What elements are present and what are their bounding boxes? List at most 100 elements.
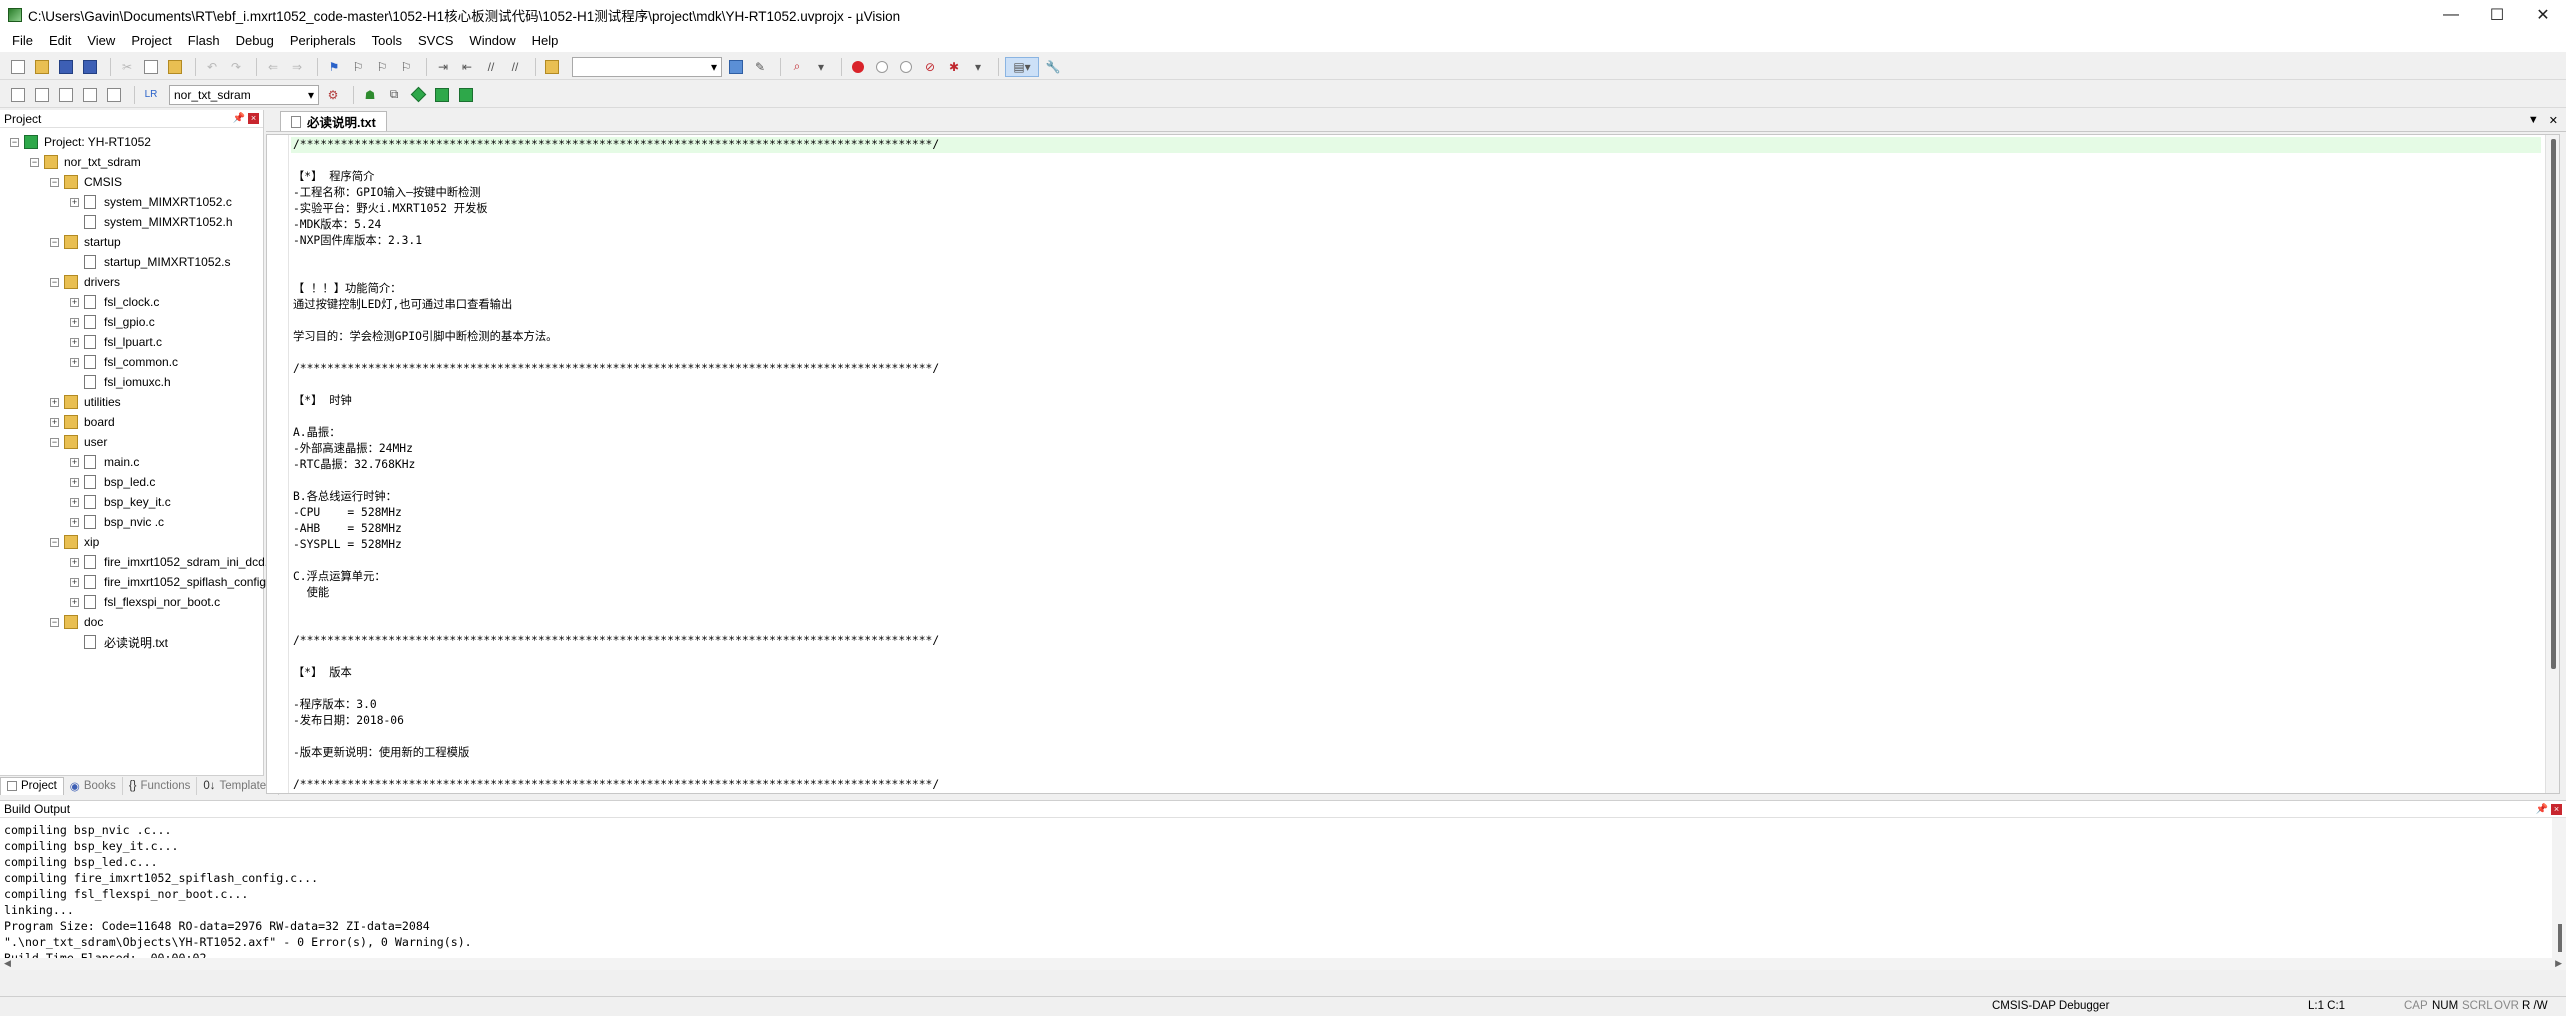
tree-item[interactable]: + bsp_key_it.c <box>70 492 171 512</box>
tree-item[interactable]: − Project: YH-RT1052 <box>10 132 151 152</box>
scroll-right-icon[interactable]: ▶ <box>2555 958 2562 969</box>
save-all-button[interactable] <box>80 57 100 77</box>
close-editor-icon[interactable]: ✕ <box>2549 114 2558 127</box>
build-vertical-scrollbar[interactable] <box>2552 818 2566 958</box>
code-line[interactable] <box>291 473 2541 489</box>
kill-all-breakpoints-button[interactable]: ⊘ <box>920 57 940 77</box>
pack-installer-button[interactable] <box>432 85 452 105</box>
expand-icon[interactable]: + <box>50 417 59 427</box>
pin-icon[interactable]: 📌 <box>2536 804 2548 815</box>
tree-item[interactable]: − CMSIS <box>50 172 122 192</box>
minimize-button[interactable]: — <box>2428 0 2474 30</box>
code-line[interactable]: -NXP固件库版本：2.3.1 <box>291 233 2541 249</box>
code-line[interactable]: -工程名称：GPIO输入—按键中断检测 <box>291 185 2541 201</box>
insert-breakpoint-button[interactable] <box>848 57 868 77</box>
code-line[interactable]: 【*】 程序简介 <box>291 169 2541 185</box>
rebuild-button[interactable] <box>56 85 76 105</box>
tree-item[interactable]: 必读说明.txt <box>70 632 168 652</box>
code-line[interactable]: B.各总线运行时钟： <box>291 489 2541 505</box>
editor-content[interactable]: /***************************************… <box>291 137 2541 793</box>
tree-item[interactable]: + fsl_gpio.c <box>70 312 155 332</box>
expand-icon[interactable]: + <box>70 197 79 207</box>
window-layout-button[interactable]: ▤▾ <box>1005 56 1039 77</box>
code-line[interactable]: /***************************************… <box>291 777 2541 793</box>
tree-item[interactable]: − nor_txt_sdram <box>30 152 141 172</box>
enable-breakpoint-button[interactable] <box>872 57 892 77</box>
editor-tab-readme[interactable]: 必读说明.txt <box>280 111 387 131</box>
file-extensions-button[interactable]: ☗ <box>360 85 380 105</box>
manage-runtime-button[interactable] <box>456 85 476 105</box>
comment-button[interactable]: // <box>481 57 501 77</box>
code-line[interactable] <box>291 601 2541 617</box>
copy-button[interactable] <box>141 57 161 77</box>
collapse-icon[interactable]: − <box>50 177 59 187</box>
maximize-button[interactable]: ☐ <box>2474 0 2520 30</box>
tree-item[interactable]: + fsl_flexspi_nor_boot.c <box>70 592 220 612</box>
code-line[interactable] <box>291 345 2541 361</box>
collapse-icon[interactable]: − <box>50 437 59 447</box>
tab-list-chevron-icon[interactable]: ▼ <box>2528 114 2539 127</box>
bookmark-prev-button[interactable]: ⚐ <box>348 57 368 77</box>
expand-icon[interactable]: + <box>50 397 59 407</box>
code-line[interactable]: 【*】 时钟 <box>291 393 2541 409</box>
debug-dropdown-button[interactable]: ▾ <box>811 57 831 77</box>
menu-window[interactable]: Window <box>461 30 523 52</box>
expand-icon[interactable]: + <box>70 337 79 347</box>
tab-project[interactable]: Project <box>0 776 64 795</box>
tab-functions[interactable]: {} Functions <box>123 776 198 795</box>
close-window-button[interactable]: ✕ <box>2520 0 2566 30</box>
expand-icon[interactable]: + <box>70 497 79 507</box>
disable-all-breakpoints-button[interactable] <box>896 57 916 77</box>
code-line[interactable]: -CPU = 528MHz <box>291 505 2541 521</box>
batch-build-button[interactable] <box>80 85 100 105</box>
menu-project[interactable]: Project <box>123 30 179 52</box>
code-line[interactable]: -发布日期：2018-06 <box>291 713 2541 729</box>
target-select[interactable]: nor_txt_sdram ▾ <box>169 84 319 105</box>
scroll-left-icon[interactable]: ◀ <box>4 958 11 969</box>
manage-project-button[interactable]: ⧉ <box>384 85 404 105</box>
code-line[interactable]: 学习目的：学会检测GPIO引脚中断检测的基本方法。 <box>291 329 2541 345</box>
menu-flash[interactable]: Flash <box>180 30 228 52</box>
tree-item[interactable]: startup_MIMXRT1052.s <box>70 252 231 272</box>
tree-item[interactable]: − startup <box>50 232 121 252</box>
tree-item[interactable]: + fire_imxrt1052_spiflash_config.c <box>70 572 275 592</box>
navigate-forward-button[interactable]: ⇒ <box>287 57 307 77</box>
code-line[interactable]: C.浮点运算单元： <box>291 569 2541 585</box>
find-combo[interactable]: ▾ <box>572 56 722 77</box>
collapse-icon[interactable]: − <box>50 537 59 547</box>
editor-scroll-thumb[interactable] <box>2551 139 2556 669</box>
build-output-text[interactable]: compiling bsp_nvic .c... compiling bsp_ke… <box>4 822 472 966</box>
text-editor[interactable]: /***************************************… <box>266 134 2560 794</box>
code-line[interactable] <box>291 761 2541 777</box>
build-output-panel[interactable]: compiling bsp_nvic .c... compiling bsp_ke… <box>0 818 2566 970</box>
cut-button[interactable]: ✂ <box>117 57 137 77</box>
collapse-icon[interactable]: − <box>50 277 59 287</box>
code-line[interactable] <box>291 617 2541 633</box>
expand-icon[interactable]: + <box>70 477 79 487</box>
configure-button[interactable]: 🔧 <box>1043 57 1063 77</box>
code-line[interactable]: -实验平台：野火i.MXRT1052 开发板 <box>291 201 2541 217</box>
tree-item[interactable]: fsl_iomuxc.h <box>70 372 171 392</box>
tree-item[interactable]: − drivers <box>50 272 120 292</box>
find-in-files-button[interactable] <box>542 57 562 77</box>
download-button[interactable]: LR <box>141 85 161 105</box>
code-line[interactable]: 使能 <box>291 585 2541 601</box>
bookmark-next-button[interactable]: ⚐ <box>372 57 392 77</box>
tab-books[interactable]: ◉ Books <box>64 776 123 795</box>
code-line[interactable] <box>291 681 2541 697</box>
menu-help[interactable]: Help <box>524 30 567 52</box>
indent-button[interactable]: ⇥ <box>433 57 453 77</box>
code-line[interactable] <box>291 553 2541 569</box>
close-panel-button[interactable]: × <box>248 113 259 124</box>
code-line[interactable]: -AHB = 528MHz <box>291 521 2541 537</box>
select-packs-button[interactable] <box>408 85 428 105</box>
code-line[interactable]: 【*】 版本 <box>291 665 2541 681</box>
find-button[interactable] <box>726 57 746 77</box>
code-line[interactable]: -程序版本：3.0 <box>291 697 2541 713</box>
code-line[interactable] <box>291 649 2541 665</box>
expand-icon[interactable]: + <box>70 457 79 467</box>
build-button[interactable] <box>32 85 52 105</box>
code-line[interactable]: /***************************************… <box>291 633 2541 649</box>
editor-gutter[interactable] <box>267 135 289 793</box>
code-line[interactable] <box>291 729 2541 745</box>
